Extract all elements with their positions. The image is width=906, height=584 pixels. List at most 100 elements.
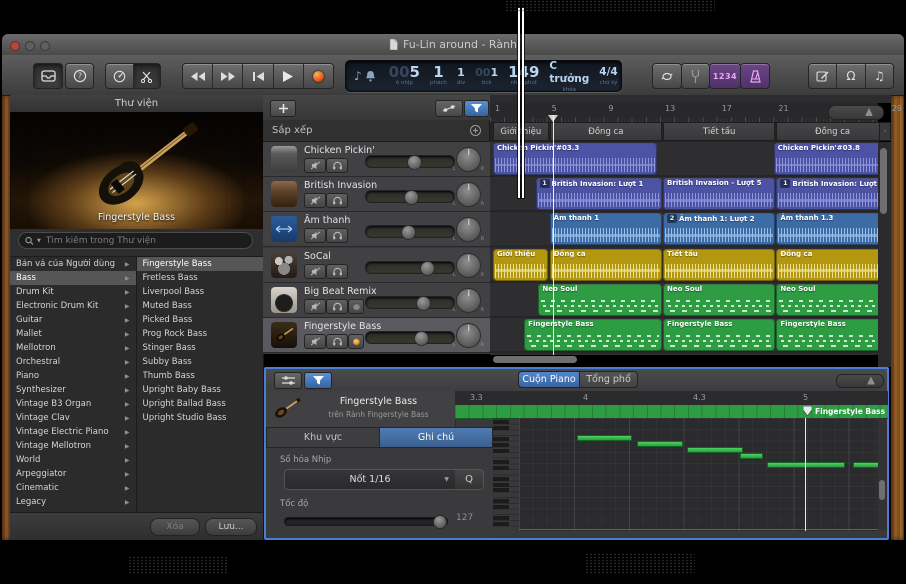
cycle-button[interactable] <box>652 63 682 89</box>
track-row[interactable]: Big Beat RemixLR <box>263 283 490 318</box>
pan-knob[interactable]: LR <box>456 217 481 242</box>
track-row[interactable]: Chicken Pickin'LR <box>263 142 490 177</box>
region[interactable]: Chicken Pickin'#03.8 <box>774 143 889 175</box>
solo-button[interactable] <box>326 334 348 349</box>
record-enable-button[interactable] <box>348 334 364 349</box>
black-key[interactable] <box>493 426 509 430</box>
notepad-button[interactable] <box>809 64 836 88</box>
library-category[interactable]: Piano▶ <box>10 369 136 383</box>
library-category[interactable]: Drum Kit▶ <box>10 285 136 299</box>
volume-slider[interactable] <box>365 190 455 203</box>
pan-knob[interactable]: LR <box>456 288 481 313</box>
vertical-scrollbar[interactable] <box>880 148 887 214</box>
track-row[interactable]: Âm thanhLR <box>263 212 490 247</box>
volume-thumb[interactable] <box>414 331 429 346</box>
black-key[interactable] <box>493 488 509 492</box>
solo-button[interactable] <box>326 193 348 208</box>
volume-thumb[interactable] <box>420 261 435 276</box>
library-preset[interactable]: Prog Rock Bass <box>137 327 264 341</box>
lcd-mode-icons[interactable]: ♪ <box>346 61 384 91</box>
library-preset[interactable]: Upright Baby Bass <box>137 383 264 397</box>
black-key[interactable] <box>493 466 509 470</box>
library-toggle-button[interactable] <box>33 63 63 89</box>
black-key[interactable] <box>493 477 509 481</box>
mute-button[interactable] <box>304 334 326 349</box>
library-category[interactable]: Mallet▶ <box>10 327 136 341</box>
solo-button[interactable] <box>326 299 348 314</box>
tab-score[interactable]: Tổng phổ <box>580 371 638 388</box>
search-scope-chevron-icon[interactable]: ▼ <box>37 238 41 244</box>
solo-button[interactable] <box>326 264 348 279</box>
library-search[interactable]: ▼ <box>18 232 253 249</box>
add-track-button[interactable] <box>270 100 296 117</box>
media-browser-button[interactable]: ♫ <box>865 64 893 88</box>
quick-help-button[interactable]: ? <box>65 63 94 89</box>
editor-vertical-scrollbar[interactable] <box>879 480 885 500</box>
tab-piano-roll[interactable]: Cuộn Piano <box>518 371 580 388</box>
editor-region-marker[interactable]: Fingerstyle Bass <box>803 406 885 416</box>
horizontal-zoom-slider[interactable] <box>828 105 884 120</box>
library-preset[interactable]: Upright Studio Bass <box>137 411 264 425</box>
save-button[interactable]: Lưu... <box>205 518 257 536</box>
record-button[interactable] <box>303 64 333 88</box>
region[interactable]: 1British Invasion: Lượt 1 <box>776 178 888 210</box>
horizontal-scrollbar-thumb[interactable] <box>493 356 577 363</box>
editor-playhead[interactable] <box>805 418 806 531</box>
library-preset[interactable]: Upright Ballad Bass <box>137 397 264 411</box>
library-category[interactable]: Vintage B3 Organ▶ <box>10 397 136 411</box>
black-key[interactable] <box>493 522 509 526</box>
library-category[interactable]: Guitar▶ <box>10 313 136 327</box>
region[interactable]: Âm thanh 1.3 <box>776 213 888 245</box>
library-category[interactable]: Electronic Drum Kit▶ <box>10 299 136 313</box>
volume-thumb[interactable] <box>407 155 422 170</box>
library-category[interactable]: Legacy▶ <box>10 495 136 509</box>
track-row[interactable]: SoCalLR <box>263 248 490 283</box>
velocity-slider-thumb[interactable] <box>433 515 447 529</box>
region[interactable]: 2Âm thanh 1: Lượt 2 <box>663 213 775 245</box>
count-in-button[interactable]: 1234 <box>709 63 741 89</box>
catch-playhead-button[interactable] <box>464 100 489 117</box>
library-category[interactable]: Vintage Electric Piano▶ <box>10 425 136 439</box>
pan-knob[interactable]: LR <box>456 182 481 207</box>
horizontal-scrollbar[interactable] <box>493 356 878 364</box>
record-enable-button[interactable] <box>348 299 364 314</box>
black-key[interactable] <box>493 449 509 453</box>
lcd-div-position[interactable]: 1 div <box>452 61 470 91</box>
loop-browser-button[interactable]: Ω <box>836 64 864 88</box>
pan-knob[interactable]: LR <box>456 323 481 348</box>
rewind-button[interactable] <box>183 64 212 88</box>
volume-slider[interactable] <box>365 155 455 168</box>
library-preset[interactable]: Stinger Bass <box>137 341 264 355</box>
library-preset[interactable]: Thumb Bass <box>137 369 264 383</box>
editor-catch-button[interactable] <box>304 372 332 389</box>
tuner-button[interactable] <box>681 63 710 89</box>
mute-button[interactable] <box>304 264 326 279</box>
search-input[interactable] <box>44 235 246 247</box>
lcd-key[interactable]: C trưởng khóa <box>544 61 594 91</box>
library-category[interactable]: Bản vá của Người dùng▶ <box>10 257 136 271</box>
region[interactable]: Neo Soul <box>776 284 888 316</box>
edit-tools-button[interactable] <box>133 64 161 88</box>
playhead-line[interactable] <box>553 115 554 355</box>
lcd-beat-position[interactable]: 1 phách <box>425 61 452 91</box>
arrangement-marker[interactable]: Đồng ca <box>776 122 888 141</box>
close-button[interactable] <box>10 41 20 51</box>
library-category[interactable]: Bass▶ <box>10 271 136 285</box>
volume-slider[interactable] <box>365 261 455 274</box>
region[interactable]: Fingerstyle Bass <box>776 319 888 351</box>
go-to-beginning-button[interactable] <box>242 64 272 88</box>
window-controls[interactable] <box>10 41 50 51</box>
black-key[interactable] <box>493 420 509 424</box>
volume-slider[interactable] <box>365 296 455 309</box>
region[interactable]: Giới thiệu <box>493 249 548 281</box>
library-category[interactable]: Synthesizer▶ <box>10 383 136 397</box>
tuner-gauge-button[interactable] <box>106 64 133 88</box>
pan-knob[interactable]: LR <box>456 147 481 172</box>
library-preset[interactable]: Picked Bass <box>137 313 264 327</box>
lcd-display[interactable]: ♪ 005 ô nhịp 1 phách 1 div 001 tick 149 <box>345 60 622 92</box>
volume-thumb[interactable] <box>401 225 416 240</box>
mute-button[interactable] <box>304 228 326 243</box>
velocity-slider[interactable] <box>284 517 448 526</box>
mute-button[interactable] <box>304 158 326 173</box>
arrangement-marker[interactable]: Tiết tấu <box>663 122 775 141</box>
